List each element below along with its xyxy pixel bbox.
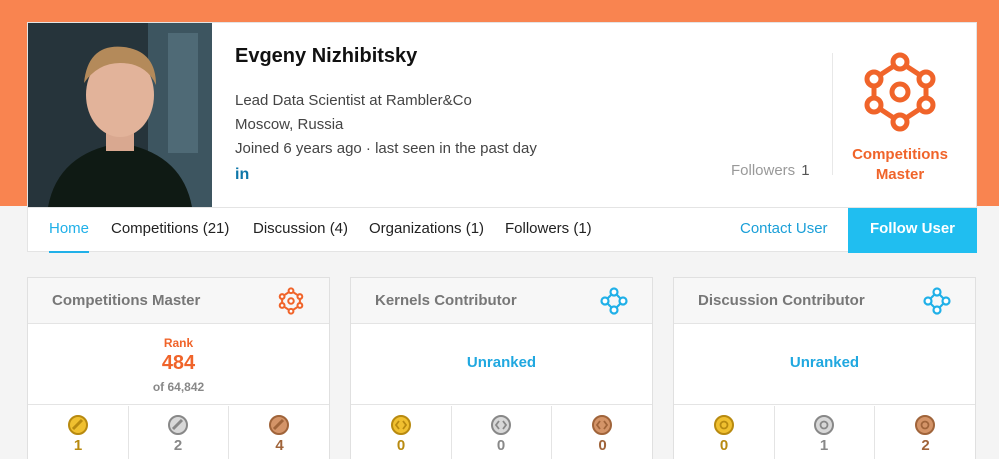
followers-label: Followers	[731, 162, 796, 179]
competitions-master-icon	[278, 287, 304, 315]
silver-medal: 1	[774, 406, 875, 459]
tab-home[interactable]: Home	[49, 208, 90, 253]
medal-row: 0 1 2	[674, 406, 975, 459]
contact-user-link[interactable]: Contact User	[740, 208, 828, 253]
profile-photo	[28, 23, 212, 207]
rank-status: Unranked	[789, 354, 860, 371]
profile-occupation: Lead Data Scientist at Rambler&Co	[235, 92, 472, 109]
bronze-count: 2	[921, 437, 930, 454]
follow-user-button[interactable]: Follow User	[848, 208, 977, 253]
profile-joined: Joined 6 years ago · last seen in the pa…	[235, 140, 537, 157]
followers-number: 1	[801, 162, 810, 179]
kernels-contributor-icon	[600, 287, 628, 315]
rank-value: 484	[161, 352, 196, 374]
silver-medal-icon	[168, 415, 188, 435]
silver-medal: 2	[128, 406, 229, 459]
profile-tabs: Home Competitions (21) Discussion (4) Or…	[28, 207, 977, 253]
gold-medal-icon	[391, 415, 411, 435]
rank-label: Rank	[163, 336, 194, 350]
silver-medal: 0	[451, 406, 552, 459]
profile-card: Evgeny Nizhibitsky Lead Data Scientist a…	[27, 22, 977, 253]
gold-count: 0	[719, 437, 729, 454]
followers-count[interactable]: Followers 1	[731, 162, 810, 179]
tab-competitions[interactable]: Competitions (21)	[111, 208, 229, 253]
tier-label-line1: Competitions	[852, 146, 948, 163]
bronze-medal: 2	[875, 406, 976, 459]
panel-title: Discussion Contributor	[698, 292, 865, 309]
divider	[832, 53, 833, 175]
profile-name: Evgeny Nizhibitsky	[235, 45, 418, 67]
profile-info: Evgeny Nizhibitsky Lead Data Scientist a…	[235, 23, 755, 207]
silver-count: 1	[819, 437, 829, 454]
linkedin-icon[interactable]: in	[235, 166, 249, 184]
panel-header: Discussion Contributor	[674, 278, 975, 324]
silver-count: 2	[173, 437, 183, 454]
tab-followers[interactable]: Followers (1)	[505, 208, 592, 253]
silver-medal-icon	[491, 415, 511, 435]
panel-title: Competitions Master	[52, 292, 201, 309]
discussion-contributor-icon	[923, 287, 951, 315]
gold-count: 1	[73, 437, 83, 454]
rank-box: Rank 484 of 64,842	[28, 325, 329, 405]
discussion-panel: Discussion Contributor Unranked 0 1 2	[673, 277, 976, 459]
bronze-medal-icon	[915, 415, 935, 435]
kernels-panel: Kernels Contributor Unranked 0 0 0	[350, 277, 653, 459]
tab-organizations[interactable]: Organizations (1)	[369, 208, 484, 253]
bronze-medal-icon	[592, 415, 612, 435]
rank-of: of 64,842	[152, 380, 205, 394]
tab-discussion[interactable]: Discussion (4)	[253, 208, 348, 253]
competitions-panel: Competitions Master Rank 484 of 64,842 1…	[27, 277, 330, 459]
gold-medal-icon	[68, 415, 88, 435]
bronze-medal: 0	[552, 406, 653, 459]
medal-row: 0 0 0	[351, 406, 652, 459]
tier-label-line2: Master	[875, 166, 925, 183]
bronze-count: 0	[598, 437, 607, 454]
panel-header: Competitions Master	[28, 278, 329, 324]
gold-count: 0	[396, 437, 406, 454]
gold-medal-icon	[714, 415, 734, 435]
bronze-medal-icon	[269, 415, 289, 435]
competitions-master-icon	[864, 52, 936, 132]
rank-box: Unranked	[674, 325, 975, 405]
gold-medal: 0	[351, 406, 452, 459]
panel-header: Kernels Contributor	[351, 278, 652, 324]
silver-count: 0	[496, 437, 506, 454]
bronze-count: 4	[275, 437, 284, 454]
tier-label: Competitions Master	[836, 145, 964, 185]
gold-medal: 1	[28, 406, 129, 459]
silver-medal-icon	[814, 415, 834, 435]
profile-location: Moscow, Russia	[235, 116, 344, 133]
gold-medal: 0	[674, 406, 775, 459]
rank-status: Unranked	[466, 354, 537, 371]
bronze-medal: 4	[229, 406, 330, 459]
panel-title: Kernels Contributor	[375, 292, 517, 309]
medal-row: 1 2 4	[28, 406, 329, 459]
rank-box: Unranked	[351, 325, 652, 405]
tier-badge: Competitions Master	[836, 51, 964, 185]
